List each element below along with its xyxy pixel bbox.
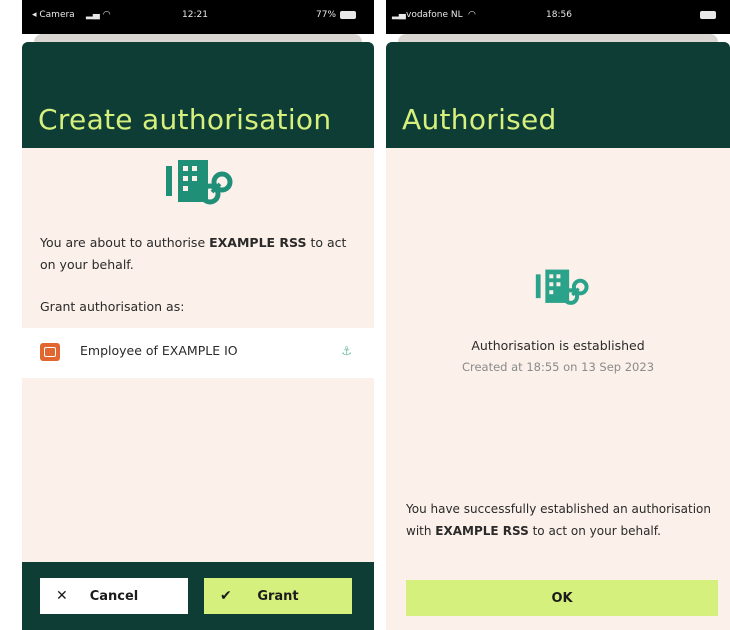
page-title: Authorised (402, 103, 557, 136)
chevron-icon: ⚓ (341, 344, 352, 358)
action-footer: ✕ Cancel ✔ Grant (22, 562, 374, 630)
grant-as-label: Grant authorisation as: (40, 299, 185, 314)
status-time: 12:21 (182, 10, 208, 20)
authorised-screen: ▂▄ vodafone NL ◠ 18:56 Authorised Author… (386, 0, 730, 630)
option-label: Employee of EXAMPLE IO (80, 343, 238, 358)
intro-prefix: You are about to authorise (40, 235, 210, 250)
grant-button[interactable]: ✔ Grant (204, 578, 352, 614)
established-text: Authorisation is established (471, 338, 645, 353)
success-org: EXAMPLE RSS (435, 524, 529, 538)
battery-icon (340, 11, 356, 19)
intro-org: EXAMPLE RSS (209, 235, 307, 250)
success-suffix: to act on your behalf. (528, 524, 661, 538)
signal-wifi-icon: ▂▄ ◠ (86, 10, 111, 20)
status-carrier: ◂ Camera (32, 10, 75, 20)
id-card-icon (40, 343, 60, 361)
header: Create authorisation (22, 42, 374, 148)
create-authorisation-screen: ◂ Camera ▂▄ ◠ 12:21 77% Create authorisa… (22, 0, 374, 630)
intro-text: You are about to authorise EXAMPLE RSS t… (40, 232, 360, 276)
header: Authorised (386, 42, 730, 148)
success-text: You have successfully established an aut… (406, 498, 722, 542)
ok-button[interactable]: OK (406, 580, 718, 616)
page-title: Create authorisation (38, 103, 332, 136)
authorisation-option[interactable]: Employee of EXAMPLE IO ⚓ (22, 328, 374, 378)
status-battery: 77% (316, 10, 337, 20)
status-carrier: vodafone NL (406, 10, 463, 20)
created-text: Created at 18:55 on 13 Sep 2023 (461, 360, 655, 374)
content: You are about to authorise EXAMPLE RSS t… (22, 148, 374, 630)
status-time: 18:56 (546, 10, 572, 20)
check-icon: ✔ (220, 588, 232, 604)
status-bar: ▂▄ vodafone NL ◠ 18:56 (386, 0, 730, 34)
building-link-icon (166, 160, 233, 205)
close-icon: ✕ (56, 588, 68, 604)
building-link-icon (535, 269, 589, 305)
content: Authorisation is established Created at … (386, 148, 730, 630)
battery-icon (700, 11, 716, 19)
signal-icon: ▂▄ (392, 10, 406, 20)
wifi-icon: ◠ (468, 10, 476, 20)
cancel-button[interactable]: ✕ Cancel (40, 578, 188, 614)
ok-label: OK (551, 590, 573, 606)
status-bar: ◂ Camera ▂▄ ◠ 12:21 77% (22, 0, 374, 34)
